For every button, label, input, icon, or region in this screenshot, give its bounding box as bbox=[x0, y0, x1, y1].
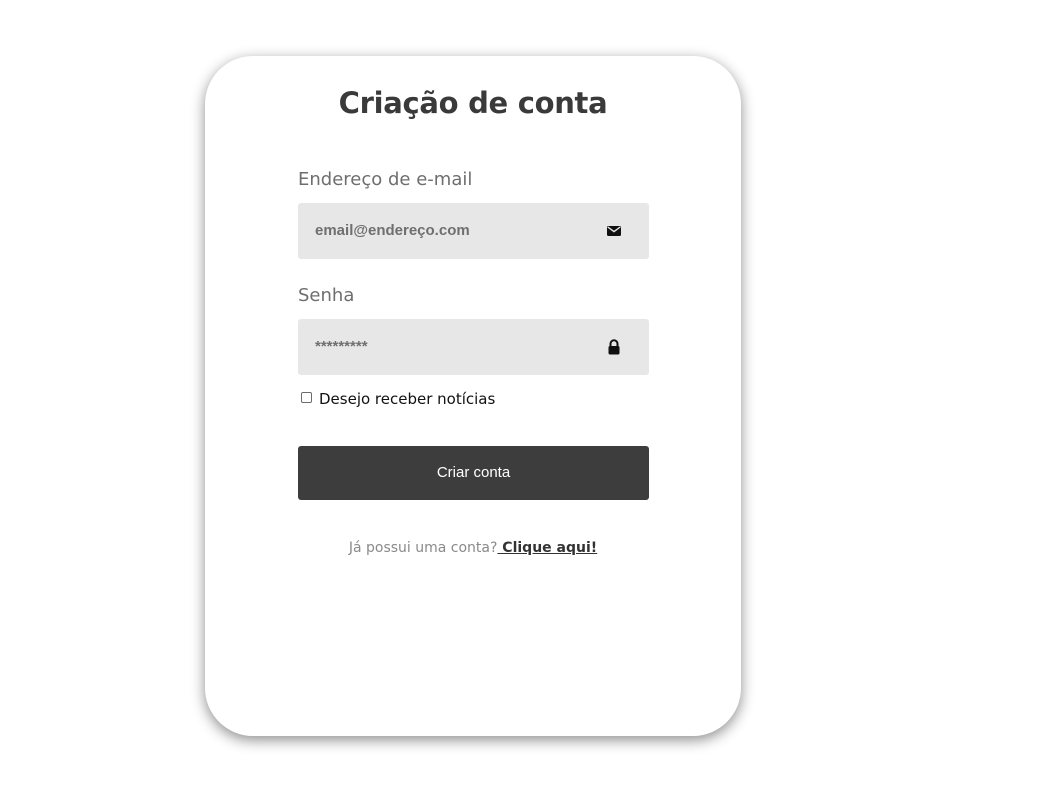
page-title: Criação de conta bbox=[338, 86, 608, 120]
login-prompt: Já possui uma conta? bbox=[348, 540, 498, 556]
newsletter-checkbox[interactable] bbox=[301, 392, 312, 403]
lock-icon bbox=[608, 339, 620, 355]
password-placeholder: ********* bbox=[315, 338, 368, 355]
password-label: Senha bbox=[298, 285, 355, 306]
email-field[interactable]: email@endereço.com bbox=[298, 203, 649, 259]
signup-card: Criação de conta Endereço de e-mail emai… bbox=[205, 56, 741, 736]
login-link[interactable]: Clique aqui! bbox=[497, 540, 597, 556]
envelope-icon bbox=[607, 226, 621, 236]
create-account-button[interactable]: Criar conta bbox=[298, 446, 649, 500]
login-prompt-row: Já possui uma conta? Clique aqui! bbox=[205, 540, 741, 556]
email-label: Endereço de e-mail bbox=[298, 169, 473, 190]
email-placeholder: email@endereço.com bbox=[315, 222, 470, 239]
password-field[interactable]: ********* bbox=[298, 319, 649, 375]
newsletter-label[interactable]: Desejo receber notícias bbox=[319, 390, 495, 408]
